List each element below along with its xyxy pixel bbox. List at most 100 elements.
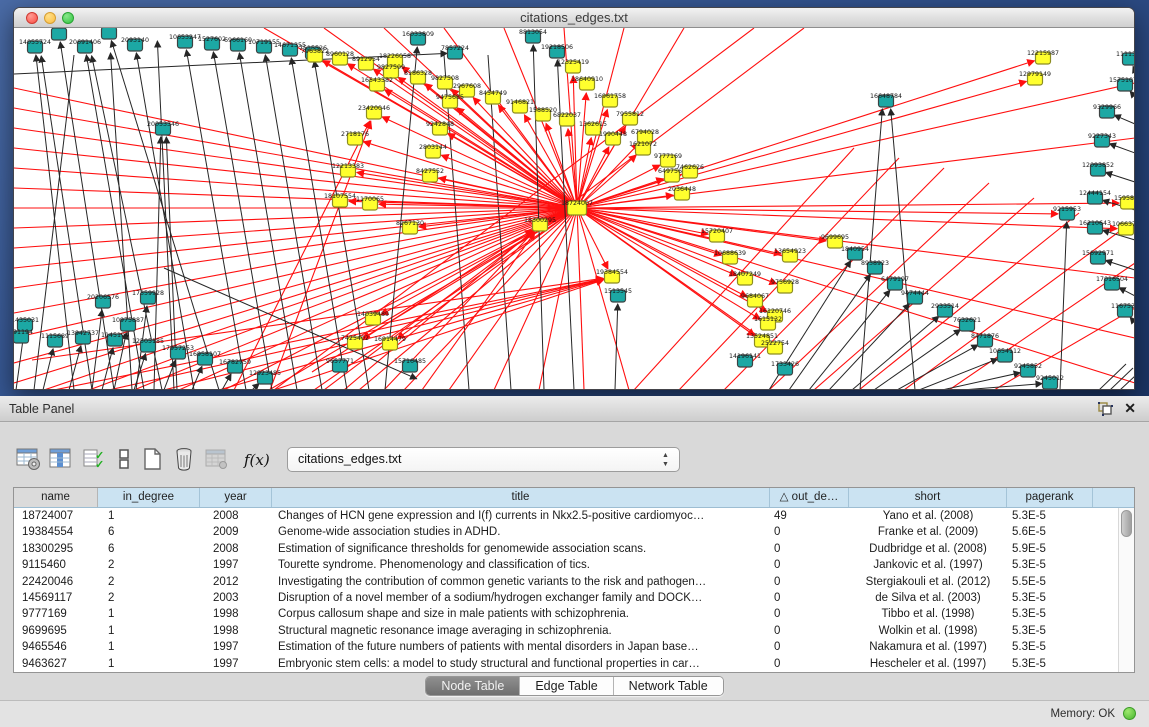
- select-all-rows-icon[interactable]: ✓✓: [80, 445, 108, 475]
- row-height-icon[interactable]: [110, 445, 138, 475]
- graph-node-label: 1513545: [604, 288, 632, 295]
- function-builder-button[interactable]: f(x): [244, 451, 270, 469]
- tab-node-table[interactable]: Node Table: [426, 677, 519, 695]
- graph-node-label: 2803144: [419, 144, 447, 151]
- graph-node-label: 9242848: [426, 121, 454, 128]
- column-header-short[interactable]: short: [849, 488, 1007, 507]
- graph-node-label: 9474444: [901, 290, 929, 297]
- cell: 0: [770, 574, 849, 590]
- cell: 2: [98, 590, 200, 606]
- window-titlebar[interactable]: citations_edges.txt: [14, 8, 1134, 28]
- graph-node-label: 9215953: [1053, 206, 1081, 213]
- tab-edge-table[interactable]: Edge Table: [519, 677, 612, 695]
- table-row[interactable]: 1872400712008Changes of HCN gene express…: [14, 508, 1118, 524]
- graph-node-label: 13942737: [67, 330, 99, 337]
- scrollbar-thumb[interactable]: [1121, 510, 1132, 537]
- column-header-title[interactable]: title: [272, 488, 770, 507]
- cell: 5.3E-5: [1007, 606, 1093, 622]
- column-header-year[interactable]: year: [200, 488, 272, 507]
- cell: 6: [98, 541, 200, 557]
- table-row[interactable]: 977716911998Corpus callosum shape and si…: [14, 606, 1118, 622]
- graph-node-label: 20206576: [87, 294, 119, 301]
- graph-node-label: 1990448: [599, 131, 627, 138]
- column-header-in_degree[interactable]: in_degree: [98, 488, 200, 507]
- table-row[interactable]: 946362711997Embryonic stem cells: a mode…: [14, 656, 1118, 672]
- table-row[interactable]: 911546021997Tourette syndrome. Phenomeno…: [14, 557, 1118, 573]
- graph-node-label: 14039489: [357, 311, 389, 318]
- show-columns-icon[interactable]: [46, 445, 74, 475]
- graph-node-label: 8912954: [352, 56, 380, 63]
- import-table-icon[interactable]: [202, 445, 230, 475]
- close-panel-icon[interactable]: ✕: [1124, 400, 1136, 417]
- graph-node-label: 1170065: [356, 196, 384, 203]
- tab-network-table[interactable]: Network Table: [613, 677, 723, 695]
- table-row[interactable]: 946554611997Estimation of the future num…: [14, 639, 1118, 655]
- cell: Yano et al. (2008): [849, 508, 1007, 524]
- cell: 1: [98, 606, 200, 622]
- cell: Wolkin et al. (1998): [849, 623, 1007, 639]
- table-row[interactable]: 1830029562008Estimation of significance …: [14, 541, 1118, 557]
- cell: Corpus callosum shape and size in male p…: [272, 606, 770, 622]
- graph-node-label: 2036448: [668, 186, 696, 193]
- float-window-icon[interactable]: [1098, 402, 1113, 416]
- graph-node[interactable]: [52, 28, 67, 40]
- cell: Jankovic et al. (1997): [849, 557, 1007, 573]
- column-header-out_de[interactable]: △ out_de…: [770, 488, 849, 507]
- cell: 0: [770, 524, 849, 540]
- graph-node-label: 20691406: [69, 39, 101, 46]
- graph-node-label: 18226058: [379, 53, 411, 60]
- memory-status-label: Memory: OK: [1050, 708, 1115, 720]
- table-row[interactable]: 2242004622012Investigating the contribut…: [14, 574, 1118, 590]
- table-panel-header: Table Panel ✕: [0, 396, 1149, 422]
- graph-node-label: 18640910: [571, 76, 603, 83]
- graph-node-label: 17359928: [132, 290, 164, 297]
- cell: 2009: [200, 524, 272, 540]
- table-row[interactable]: 1456911722003Disruption of a novel membe…: [14, 590, 1118, 606]
- graph-node-label: 16210643: [1079, 220, 1111, 227]
- cell: 2008: [200, 508, 272, 524]
- graph-node-label: 2933514: [931, 303, 959, 310]
- graph-node-label: 7425402: [341, 335, 369, 342]
- graph-node-label: 18300295: [524, 217, 556, 224]
- graph-node-label: 16958107: [189, 351, 221, 358]
- minimize-window-button[interactable]: [44, 12, 56, 24]
- column-header-pagerank[interactable]: pagerank: [1007, 488, 1093, 507]
- graph-node-label: 10653247: [169, 34, 201, 41]
- table-settings-icon[interactable]: [14, 445, 42, 475]
- cell: 0: [770, 541, 849, 557]
- graph-node-label: 7632621: [953, 317, 981, 324]
- graph-node-label: 19218506: [541, 44, 573, 51]
- table-row[interactable]: 1938455462009Genome-wide association stu…: [14, 524, 1118, 540]
- graph-node-label: 1066375: [1112, 221, 1134, 228]
- graph-node-label: 16782759: [219, 359, 251, 366]
- table-body: 1872400712008Changes of HCN gene express…: [14, 508, 1118, 672]
- citation-network-graph[interactable]: 1405572420691406209314010653247152760269…: [14, 28, 1134, 389]
- graph-node-label: 18407249: [729, 271, 761, 278]
- column-header-name[interactable]: name: [14, 488, 98, 507]
- vertical-scrollbar[interactable]: [1118, 508, 1134, 672]
- graph-node-label: 1167533: [1111, 303, 1134, 310]
- graph-node-label: 19384554: [596, 269, 628, 276]
- graph-node-label: 9245012: [1036, 375, 1064, 382]
- graph-node-label: 1733426: [771, 361, 799, 368]
- graph-node[interactable]: [102, 28, 117, 39]
- cell: Disruption of a novel member of a sodium…: [272, 590, 770, 606]
- graph-node-label: 13654923: [774, 248, 806, 255]
- cell: 14569117: [14, 590, 98, 606]
- cell: 0: [770, 606, 849, 622]
- cell: 5.3E-5: [1007, 590, 1093, 606]
- cell: 18300295: [14, 541, 98, 557]
- cell: 1997: [200, 557, 272, 573]
- graph-node-label: 12444154: [1079, 190, 1111, 197]
- table-header-row: namein_degreeyeartitle△ out_de…shortpage…: [14, 488, 1134, 508]
- graph-node-label: 23420046: [358, 105, 390, 112]
- node-table: namein_degreeyeartitle△ out_de…shortpage…: [13, 487, 1135, 673]
- table-row[interactable]: 969969511998Structural magnetic resonanc…: [14, 623, 1118, 639]
- delete-table-icon[interactable]: [170, 445, 198, 475]
- new-table-icon[interactable]: [138, 445, 166, 475]
- cell: Dudbridge et al. (2008): [849, 541, 1007, 557]
- graph-node-label: 13524851: [746, 333, 778, 340]
- close-window-button[interactable]: [26, 12, 38, 24]
- zoom-window-button[interactable]: [62, 12, 74, 24]
- table-select-dropdown[interactable]: citations_edges.txt ▲▼: [287, 447, 680, 472]
